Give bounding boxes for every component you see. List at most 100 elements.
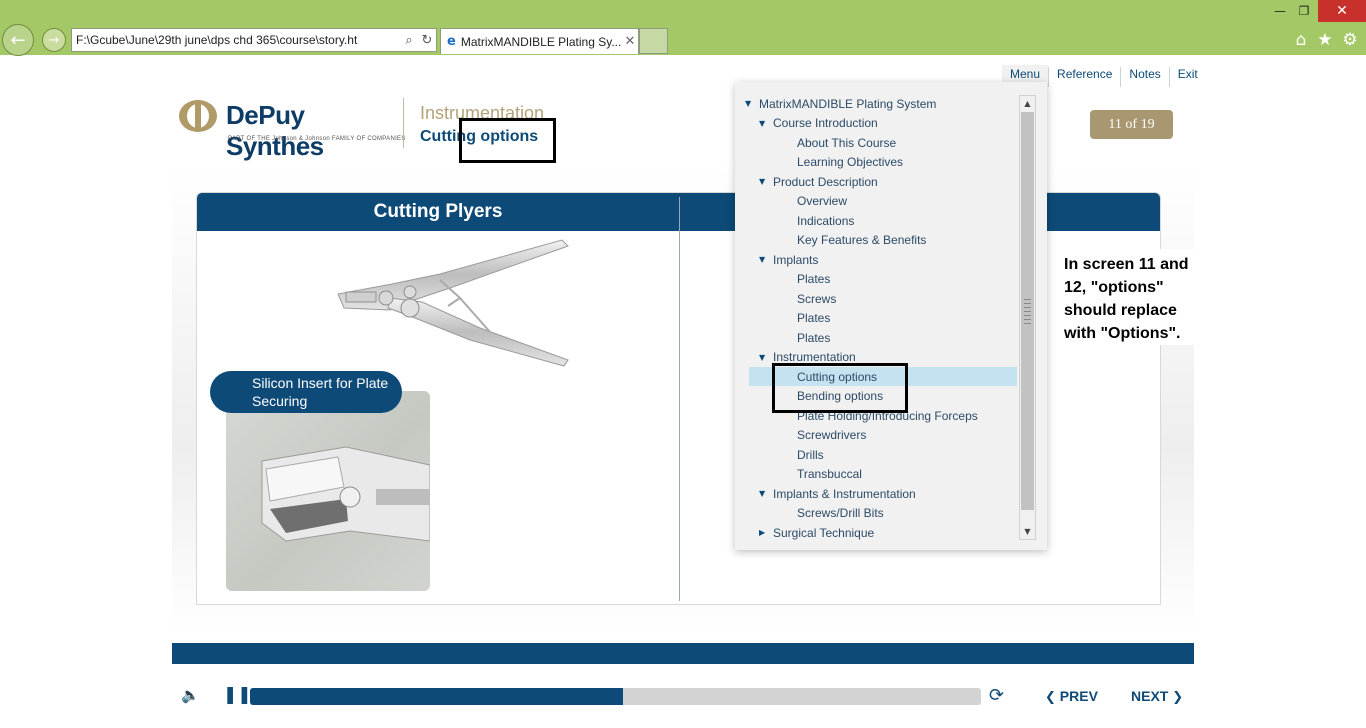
- notes-link[interactable]: Notes: [1120, 67, 1168, 87]
- menu-tree-item[interactable]: Screwdrivers: [745, 426, 866, 445]
- window-close-icon[interactable]: ✕: [1318, 0, 1366, 22]
- menu-tree-item[interactable]: ▼ Implants & Instrumentation: [745, 484, 916, 503]
- refresh-icon[interactable]: ↻: [418, 33, 436, 48]
- menu-tree-label: Product Description: [773, 174, 878, 189]
- menu-tree-item[interactable]: Screws/Drill Bits: [745, 504, 884, 523]
- pause-icon[interactable]: ❚❚: [223, 685, 252, 705]
- menu-scrollbar[interactable]: ▲ ▼: [1019, 95, 1036, 540]
- thumb-grip: [1024, 299, 1031, 300]
- menu-tree-label: Key Features & Benefits: [797, 233, 927, 247]
- caret-down-icon[interactable]: ▼: [745, 99, 755, 108]
- annotation-box-menu: [772, 363, 908, 413]
- silicon-insert-closeup-image: [226, 391, 430, 591]
- menu-tree: ▼ MatrixMANDIBLE Plating System ▼ Course In…: [745, 92, 1025, 540]
- search-icon[interactable]: ⌕: [400, 33, 418, 48]
- caret-down-icon[interactable]: ▼: [759, 489, 769, 498]
- address-bar[interactable]: F:\Gcube\June\29th june\dps chd 365\cour…: [71, 28, 437, 52]
- column-separator: [679, 197, 680, 601]
- restore-icon[interactable]: ❐: [1292, 0, 1316, 22]
- menu-tree-item[interactable]: Transbuccal: [745, 465, 862, 484]
- menu-tree-label: About This Course: [797, 135, 897, 150]
- prev-button[interactable]: ❮ PREV: [1045, 688, 1098, 705]
- thumb-grip: [1024, 307, 1031, 308]
- next-label: NEXT: [1131, 688, 1169, 704]
- depuy-synthes-logo: DePuy Synthes PART OF THE Johnson & John…: [178, 98, 405, 161]
- menu-tree-item[interactable]: Plates: [745, 328, 830, 347]
- silicon-insert-callout: Silicon Insert for Plate Securing: [210, 371, 402, 413]
- replay-icon[interactable]: ⟳: [989, 685, 1004, 706]
- progress-bar[interactable]: [250, 688, 981, 705]
- chevron-left-icon: ❮: [1045, 690, 1056, 705]
- menu-tree-label: Screws/Drill Bits: [797, 506, 884, 520]
- caret-down-icon[interactable]: ▼: [759, 177, 769, 186]
- menu-tree-item[interactable]: ▼ MatrixMANDIBLE Plating System: [745, 94, 936, 113]
- menu-tree-label: Screws: [797, 291, 837, 306]
- exit-link[interactable]: Exit: [1168, 67, 1206, 87]
- menu-tree-item[interactable]: ▼ Course Introduction: [745, 114, 878, 133]
- player-bar: [172, 643, 1194, 664]
- menu-tree-label: Transbuccal: [797, 467, 862, 481]
- menu-tree-label: Implants: [773, 252, 819, 267]
- logo-tagline: PART OF THE Johnson & Johnson FAMILY OF …: [228, 136, 406, 142]
- menu-tree-item[interactable]: Key Features & Benefits: [745, 231, 926, 250]
- thumb-grip: [1024, 319, 1031, 320]
- menu-tree-item[interactable]: Screws: [745, 289, 836, 308]
- minimize-icon[interactable]: —: [1268, 0, 1292, 22]
- menu-tree-item[interactable]: Plates: [745, 270, 830, 289]
- tab-title[interactable]: MatrixMANDIBLE Plating Sy...: [461, 35, 622, 49]
- annotation-box-title: [459, 118, 556, 163]
- thumb-grip: [1024, 323, 1031, 324]
- plier-jaw-closeup-icon: [261, 446, 430, 542]
- menu-tree-item[interactable]: Learning Objectives: [745, 153, 903, 172]
- progress-fill: [250, 688, 623, 705]
- star-icon[interactable]: ★: [1314, 29, 1336, 51]
- browser-tab[interactable]: e MatrixMANDIBLE Plating Sy... ✕: [440, 28, 639, 54]
- menu-tree-label: Implants & Instrumentation: [773, 486, 916, 501]
- back-arrow-icon[interactable]: ←: [2, 24, 34, 56]
- annotation-note: In screen 11 and 12, "options" should re…: [1058, 249, 1194, 345]
- menu-tree-item[interactable]: ▼ Implants: [745, 250, 818, 269]
- caret-down-icon[interactable]: ▼: [759, 119, 769, 128]
- scroll-up-icon[interactable]: ▲: [1020, 96, 1035, 111]
- menu-tree-label: Course Introduction: [773, 116, 878, 130]
- menu-tree-label: Plates: [797, 311, 831, 325]
- reference-link[interactable]: Reference: [1048, 67, 1120, 87]
- logo-text: DePuy Synthes: [226, 100, 324, 161]
- menu-tree-item[interactable]: ▼ Product Description: [745, 172, 878, 191]
- menu-tree-item[interactable]: Indications: [745, 211, 854, 230]
- cutting-plyers-image: [337, 239, 569, 367]
- chevron-right-icon: ❯: [1172, 690, 1184, 705]
- menu-tree-item[interactable]: Drills: [745, 445, 824, 464]
- logo-mark-icon: [179, 100, 217, 132]
- menu-tree-label: Indications: [797, 213, 855, 228]
- forward-arrow-icon[interactable]: →: [42, 28, 66, 52]
- menu-tree-label: Drills: [797, 447, 824, 462]
- thumb-grip: [1024, 315, 1031, 316]
- thumb-grip: [1024, 311, 1031, 312]
- menu-tree-label: Surgical Technique: [773, 525, 875, 540]
- close-icon[interactable]: ✕: [622, 34, 638, 49]
- new-tab-button[interactable]: [639, 28, 668, 54]
- prev-label: PREV: [1059, 688, 1098, 704]
- slide-counter: 11 of 19: [1090, 110, 1173, 139]
- menu-tree-label: Plates: [797, 330, 831, 345]
- caret-right-icon[interactable]: ▶: [759, 528, 769, 537]
- scrollbar-thumb[interactable]: [1021, 112, 1034, 510]
- gear-icon[interactable]: ⚙: [1339, 29, 1361, 51]
- caret-down-icon[interactable]: ▼: [759, 353, 769, 362]
- thumb-grip: [1024, 303, 1031, 304]
- menu-tree-item[interactable]: Overview: [745, 192, 847, 211]
- menu-tree-item[interactable]: About This Course: [745, 133, 896, 152]
- menu-tree-label: Screwdrivers: [797, 428, 867, 442]
- home-icon[interactable]: ⌂: [1290, 29, 1312, 51]
- volume-icon[interactable]: 🔈: [181, 686, 200, 704]
- scroll-down-icon[interactable]: ▼: [1020, 524, 1035, 539]
- next-button[interactable]: NEXT ❯: [1131, 688, 1183, 705]
- menu-tree-label: Overview: [797, 194, 848, 208]
- address-url[interactable]: F:\Gcube\June\29th june\dps chd 365\cour…: [76, 33, 400, 47]
- column-title: Cutting Plyers: [373, 201, 503, 222]
- header-divider: [403, 98, 404, 148]
- menu-tree-item[interactable]: Plates: [745, 309, 830, 328]
- caret-down-icon[interactable]: ▼: [759, 255, 769, 264]
- menu-tree-item[interactable]: ▶ Surgical Technique: [745, 523, 874, 540]
